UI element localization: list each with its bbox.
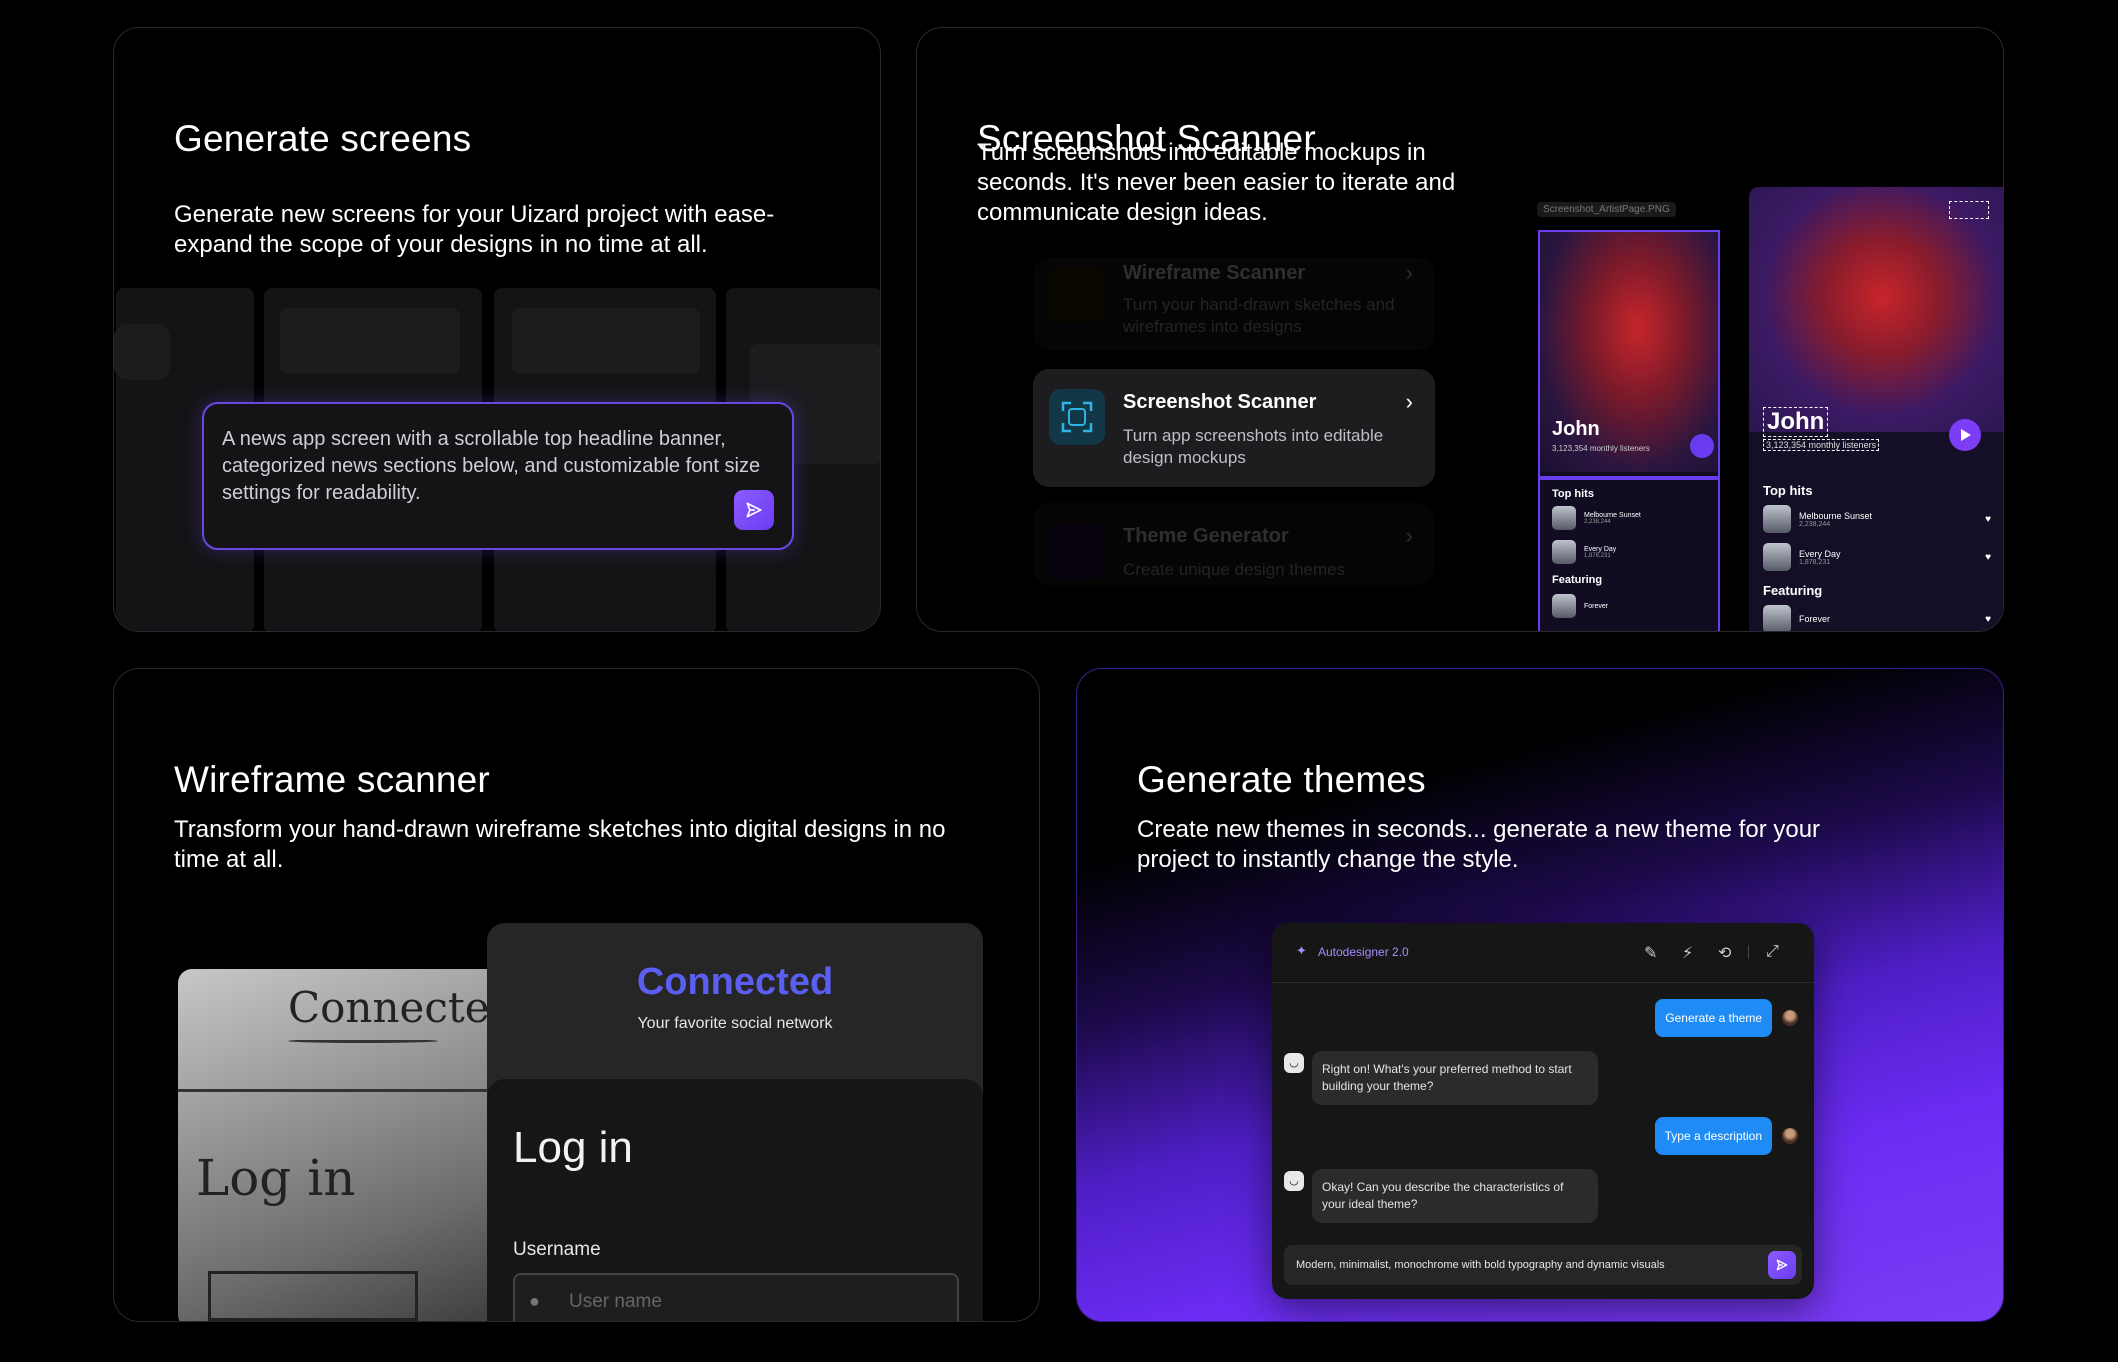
feature-title: Wireframe Scanner [1123, 262, 1306, 284]
app-name: Autodesigner 2.0 [1318, 945, 1409, 959]
prompt-input[interactable]: A news app screen with a scrollable top … [202, 402, 794, 550]
user-avatar [1782, 1128, 1798, 1144]
card-title: Wireframe scanner [174, 759, 490, 800]
song-thumbnail [1552, 540, 1576, 564]
song-row[interactable]: Every Day 1,878,231 ♥ [1763, 543, 1991, 571]
wireframe-scanner-icon [1049, 266, 1105, 322]
connected-title: Connected [636, 961, 834, 1003]
file-label: Screenshot_ArtistPage.PNG [1537, 202, 1676, 217]
chat-input[interactable]: Modern, minimalist, monochrome with bold… [1284, 1245, 1802, 1285]
edit-icon[interactable]: ✎ [1644, 943, 1657, 963]
screenshot-scanner-card: Screenshot Scanner Turn screenshots into… [916, 27, 2004, 632]
play-button[interactable] [1690, 434, 1714, 458]
listeners-count[interactable]: 3,123,354 monthly listeners [1763, 439, 1880, 451]
heart-icon[interactable]: ♥ [1985, 552, 1991, 563]
user-avatar [1782, 1010, 1798, 1026]
login-title: Log in [513, 1123, 633, 1172]
login-form: Log in Username ● User name [487, 1079, 983, 1321]
play-button[interactable] [1949, 419, 1981, 451]
heart-icon[interactable]: ♥ [1985, 614, 1991, 625]
top-hits-label: Top hits [1763, 483, 1813, 498]
song-thumbnail [1763, 505, 1791, 533]
generate-themes-card: Generate themes Create new themes in sec… [1076, 668, 2004, 1322]
prompt-text: A news app screen with a scrollable top … [222, 428, 761, 504]
history-icon[interactable]: ⟲ [1718, 943, 1731, 963]
bot-avatar-icon: ◡ [1284, 1171, 1304, 1191]
send-icon [746, 502, 762, 518]
listeners-count: 3,123,354 monthly listeners [1552, 444, 1650, 453]
card-description: Generate new screens for your Uizard pro… [174, 201, 775, 258]
chat-toolbar: ✦ Autodesigner 2.0 ✎ ⚡ ⟲ ⤢ [1272, 923, 1814, 983]
chat-input-value: Modern, minimalist, monochrome with bold… [1296, 1259, 1665, 1271]
bot-message: Right on! What's your preferred method t… [1312, 1051, 1598, 1105]
artist-photo [1749, 187, 2003, 432]
user-icon: ● [529, 1291, 540, 1311]
bell-icon[interactable] [1949, 201, 1989, 219]
send-icon [1776, 1259, 1788, 1271]
heart-icon[interactable]: ♥ [1985, 514, 1991, 525]
artist-name: John [1552, 418, 1600, 440]
lightning-icon[interactable]: ⚡ [1682, 943, 1693, 963]
feature-title: Theme Generator [1123, 525, 1289, 547]
play-icon [1961, 429, 1971, 441]
feature-subtitle: Turn your hand-drawn sketches and wirefr… [1123, 295, 1395, 336]
theme-generator-icon [1049, 523, 1105, 579]
card-description: Transform your hand-drawn wireframe sket… [174, 816, 946, 873]
send-button[interactable] [1768, 1251, 1796, 1279]
login-screen-mockup: Connected Your favorite social network L… [487, 923, 983, 1321]
feature-subtitle: Create unique design themes [1123, 560, 1346, 579]
bot-message: Okay! Can you describe the characteristi… [1312, 1169, 1598, 1223]
song-thumbnail [1763, 605, 1791, 631]
card-title: Generate themes [1137, 759, 1426, 800]
screenshot-scanner-icon [1049, 389, 1105, 445]
connected-subtitle: Your favorite social network [637, 1015, 833, 1032]
feature-screenshot-scanner[interactable]: Screenshot Scanner Turn app screenshots … [1033, 369, 1435, 487]
sketch-login: Log in [196, 1149, 356, 1207]
user-message: Generate a theme [1655, 999, 1772, 1037]
chevron-right-icon: › [1405, 260, 1413, 285]
send-button[interactable] [734, 490, 774, 530]
wireframe-scanner-card: Wireframe scanner Transform your hand-dr… [113, 668, 1040, 1322]
editable-mockup-preview: John 3,123,354 monthly listeners Top hit… [1749, 187, 2003, 631]
login-header: Connected Your favorite social network [487, 923, 983, 1079]
song-row[interactable]: Melbourne Sunset 2,238,244 ♥ [1763, 505, 1991, 533]
song-row[interactable]: Melbourne Sunset 2,238,244 [1552, 506, 1641, 530]
card-description: Create new themes in seconds... generate… [1137, 816, 1821, 873]
sketch-title: Connecte [288, 983, 490, 1032]
song-row[interactable]: Forever ♥ [1763, 605, 1991, 631]
song-row[interactable]: Forever [1552, 594, 1608, 618]
featuring-label: Featuring [1552, 574, 1603, 586]
username-input[interactable]: ● User name [513, 1273, 959, 1321]
username-placeholder: User name [569, 1291, 662, 1312]
chevron-right-icon: › [1405, 523, 1413, 548]
feature-title: Screenshot Scanner [1123, 391, 1317, 413]
song-row[interactable]: Every Day 1,878,231 [1552, 540, 1616, 564]
bot-avatar-icon: ◡ [1284, 1053, 1304, 1073]
screenshot-preview: John 3,123,354 monthly listeners Top hit… [1538, 230, 1720, 631]
top-hits-label: Top hits [1552, 488, 1594, 500]
song-thumbnail [1552, 506, 1576, 530]
feature-wireframe-scanner[interactable]: Wireframe Scanner Turn your hand-drawn s… [1033, 258, 1435, 350]
song-thumbnail [1552, 594, 1576, 618]
featuring-label: Featuring [1763, 583, 1823, 598]
artist-name[interactable]: John [1763, 407, 1829, 437]
song-thumbnail [1763, 543, 1791, 571]
card-description: Turn screenshots into editable mockups i… [977, 139, 1456, 226]
sparkle-icon: ✦ [1296, 943, 1307, 958]
card-title: Generate screens [174, 118, 472, 159]
expand-icon[interactable]: ⤢ [1766, 943, 1779, 961]
generate-screens-card: Generate screens Generate new screens fo… [113, 27, 881, 632]
chevron-right-icon: › [1405, 389, 1413, 414]
username-label: Username [513, 1239, 601, 1260]
feature-theme-generator[interactable]: Theme Generator Create unique design the… [1033, 503, 1435, 585]
autodesigner-chat-window: ✦ Autodesigner 2.0 ✎ ⚡ ⟲ ⤢ Generate a th… [1272, 923, 1814, 1299]
user-message: Type a description [1654, 1117, 1772, 1155]
hand-drawn-sketch: Connecte Log in [178, 969, 508, 1321]
feature-subtitle: Turn app screenshots into editable desig… [1123, 426, 1384, 467]
